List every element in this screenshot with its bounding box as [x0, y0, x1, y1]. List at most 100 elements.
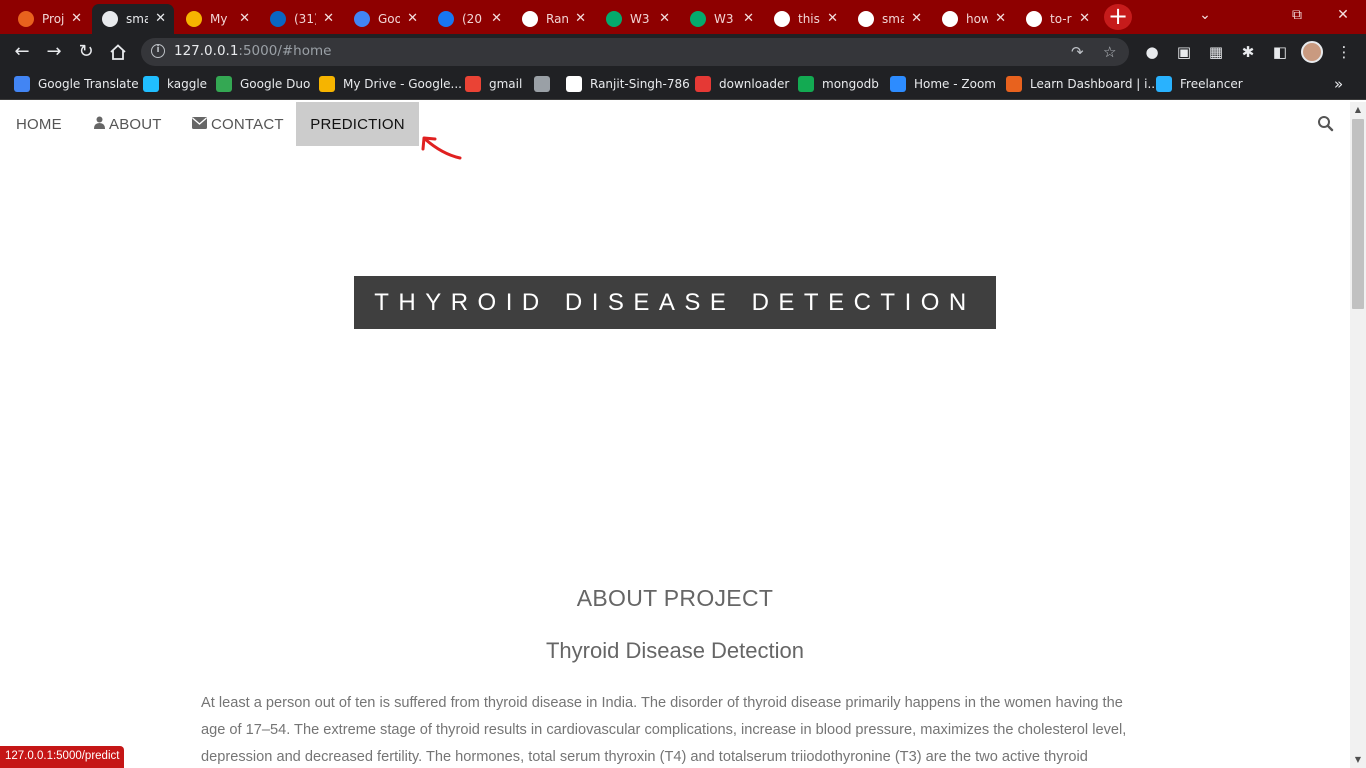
scrollbar-thumb[interactable] — [1352, 119, 1364, 309]
browser-tab[interactable]: sma ✕ — [848, 4, 930, 34]
bookmark-item[interactable]: Google Duo — [216, 76, 310, 92]
close-tab-icon[interactable]: ✕ — [1079, 11, 1090, 26]
camera-icon[interactable]: ▣ — [1174, 42, 1194, 62]
bookmark-item[interactable]: mongodb — [798, 76, 879, 92]
browser-tab[interactable]: to-r ✕ — [1016, 4, 1098, 34]
browser-tab[interactable]: Goo ✕ — [344, 4, 426, 34]
bookmark-item[interactable]: Freelancer — [1156, 76, 1243, 92]
back-icon[interactable]: ← — [10, 40, 34, 64]
bookmark-item[interactable]: My Drive - Google... — [319, 76, 462, 92]
extension-stack-icon[interactable]: ▦ — [1206, 42, 1226, 62]
bookmark-item[interactable]: gmail — [465, 76, 522, 92]
nav-home-link[interactable]: HOME — [0, 102, 78, 146]
more-bookmarks-chevron-icon[interactable]: » — [1334, 75, 1343, 93]
close-tab-icon[interactable]: ✕ — [575, 11, 586, 26]
globe-icon — [774, 11, 790, 27]
google-icon — [942, 11, 958, 27]
download-icon — [695, 76, 711, 92]
close-window-icon[interactable]: ✕ — [1320, 0, 1366, 30]
tab-title: sma — [882, 12, 904, 26]
bookmark-label: mongodb — [822, 77, 879, 91]
close-tab-icon[interactable]: ✕ — [71, 11, 82, 26]
reload-icon[interactable]: ↻ — [74, 40, 98, 64]
bookmark-item[interactable]: kaggle — [143, 76, 207, 92]
close-tab-icon[interactable]: ✕ — [155, 11, 166, 26]
facebook-icon — [438, 11, 454, 27]
google-drive-icon — [186, 11, 202, 27]
minimize-icon[interactable]: ⌄ — [1182, 0, 1228, 30]
browser-tab-strip: Proj ✕ sma ✕ My ✕ (31) ✕ Goo ✕ (20 ✕ Ran ✕ W3 ✕ W3 ✕ this ✕… — [0, 0, 1366, 34]
browser-tab[interactable]: (20 ✕ — [428, 4, 510, 34]
orange-circle-icon — [18, 11, 34, 27]
gmail-icon — [465, 76, 481, 92]
bookmark-star-icon[interactable]: ☆ — [1103, 43, 1116, 61]
browser-tab[interactable]: (31) ✕ — [260, 4, 342, 34]
about-paragraph: At least a person out of ten is suffered… — [201, 695, 1127, 765]
menu-kebab-icon[interactable]: ⋮ — [1334, 42, 1354, 62]
address-bar[interactable]: i 127.0.0.1:5000/#home ↷ ☆ — [141, 38, 1129, 66]
browser-tab[interactable]: Ran ✕ — [512, 4, 594, 34]
kaggle-icon — [143, 76, 159, 92]
browser-tab[interactable]: sma ✕ — [92, 4, 174, 34]
nav-contact-link[interactable]: CONTACT — [176, 102, 300, 146]
search-icon[interactable] — [1316, 114, 1336, 134]
puzzle-extensions-icon[interactable]: ✱ — [1238, 42, 1258, 62]
scroll-up-arrow-icon[interactable]: ▲ — [1350, 102, 1366, 118]
bookmark-item[interactable]: Learn Dashboard | i... — [1006, 76, 1159, 92]
w3schools-icon — [690, 11, 706, 27]
home-icon[interactable] — [106, 40, 130, 64]
tab-title: how — [966, 12, 988, 26]
share-icon[interactable]: ↷ — [1071, 43, 1084, 61]
close-tab-icon[interactable]: ✕ — [659, 11, 670, 26]
bookmark-label: Home - Zoom — [914, 77, 996, 91]
annotation-arrow-icon — [421, 136, 462, 160]
globe-icon — [102, 11, 118, 27]
google-translate-icon — [354, 11, 370, 27]
new-tab-plus-icon[interactable]: + — [1104, 4, 1132, 30]
close-tab-icon[interactable]: ✕ — [911, 11, 922, 26]
bookmarks-bar: » Google Translate kaggle Google Duo My Dri… — [0, 70, 1366, 100]
forward-icon[interactable]: → — [42, 40, 66, 64]
close-tab-icon[interactable]: ✕ — [491, 11, 502, 26]
profile-avatar[interactable] — [1301, 41, 1323, 63]
site-info-icon[interactable]: i — [151, 44, 165, 58]
google-drive-icon — [319, 76, 335, 92]
orange-circle-icon — [1006, 76, 1022, 92]
bookmark-item[interactable]: Google Translate — [14, 76, 139, 92]
webpage: HOME ABOUT CONTACT PREDICTION THYROID DI… — [0, 102, 1350, 768]
close-tab-icon[interactable]: ✕ — [827, 11, 838, 26]
address-bar-url[interactable]: 127.0.0.1:5000/#home — [174, 43, 331, 59]
site-navbar: HOME ABOUT CONTACT PREDICTION — [0, 102, 1350, 146]
close-tab-icon[interactable]: ✕ — [323, 11, 334, 26]
bookmark-item[interactable]: Home - Zoom — [890, 76, 996, 92]
google-duo-icon — [216, 76, 232, 92]
bookmark-item[interactable]: Ranjit-Singh-786 — [566, 76, 690, 92]
browser-toolbar: ← → ↻ i 127.0.0.1:5000/#home ↷ ☆ ● ▣ ▦ ✱… — [0, 34, 1366, 70]
bookmark-label: Google Duo — [240, 77, 311, 91]
linkedin-icon — [270, 11, 286, 27]
browser-tab[interactable]: how ✕ — [932, 4, 1014, 34]
close-tab-icon[interactable]: ✕ — [743, 11, 754, 26]
scroll-down-arrow-icon[interactable]: ▼ — [1350, 752, 1366, 768]
nav-about-link[interactable]: ABOUT — [78, 102, 178, 146]
bookmark-item[interactable] — [534, 76, 558, 92]
browser-tab[interactable]: Proj ✕ — [8, 4, 90, 34]
extension-balloon-icon[interactable]: ● — [1142, 42, 1162, 62]
about-subheading: Thyroid Disease Detection — [545, 638, 804, 663]
browser-tab[interactable]: this ✕ — [764, 4, 846, 34]
restore-window-icon[interactable]: ⧉ — [1274, 0, 1320, 30]
tab-title: this — [798, 12, 820, 26]
close-tab-icon[interactable]: ✕ — [407, 11, 418, 26]
browser-tab[interactable]: My ✕ — [176, 4, 258, 34]
bookmark-item[interactable]: downloader — [695, 76, 789, 92]
close-tab-icon[interactable]: ✕ — [239, 11, 250, 26]
close-tab-icon[interactable]: ✕ — [995, 11, 1006, 26]
tab-title: sma — [126, 12, 148, 26]
github-icon — [522, 11, 538, 27]
browser-tab[interactable]: W3 ✕ — [596, 4, 678, 34]
browser-tab[interactable]: W3 ✕ — [680, 4, 762, 34]
tab-title: Goo — [378, 12, 400, 26]
nav-prediction-link[interactable]: PREDICTION — [296, 102, 419, 146]
side-panel-icon[interactable]: ◧ — [1270, 42, 1290, 62]
page-scrollbar[interactable]: ▲ ▼ — [1350, 102, 1366, 768]
